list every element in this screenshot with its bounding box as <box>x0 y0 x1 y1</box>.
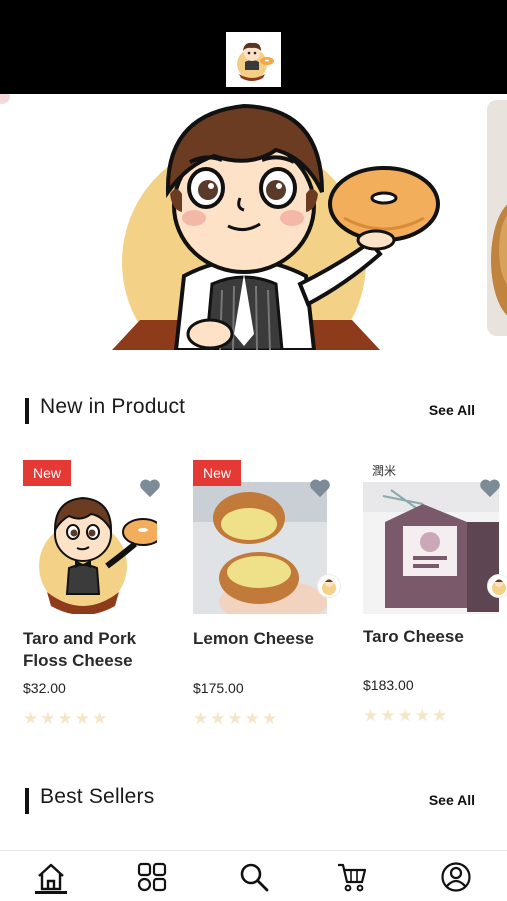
next-banner-image <box>487 100 507 336</box>
see-all-best-sellers-link[interactable]: See All <box>429 792 475 808</box>
active-tab-indicator <box>35 891 67 894</box>
star-icon: ★ <box>92 709 108 728</box>
home-icon <box>38 863 64 891</box>
star-icon: ★ <box>210 709 226 728</box>
star-icon: ★ <box>397 706 413 725</box>
section-accent-bar <box>25 398 29 424</box>
star-icon: ★ <box>262 709 278 728</box>
nav-cart-button[interactable] <box>332 857 372 897</box>
mascot-product-image <box>23 482 157 614</box>
hero-banner[interactable] <box>0 94 507 350</box>
app-logo[interactable] <box>226 32 281 87</box>
new-badge: New <box>193 460 242 486</box>
star-icon: ★ <box>244 709 260 728</box>
star-icon: ★ <box>74 709 90 728</box>
product-image[interactable] <box>193 482 327 614</box>
brand-mini-logo-icon <box>487 574 507 598</box>
nav-profile-button[interactable] <box>436 857 476 897</box>
mascot-banner-image <box>112 103 440 350</box>
product-card[interactable]: 潤米 Taro Cheese $183.00 ★ ★ ★ ★ ★ <box>363 460 507 740</box>
product-title[interactable]: Taro Cheese <box>363 626 507 648</box>
star-icon: ★ <box>227 709 243 728</box>
new-badge: New <box>23 460 72 486</box>
star-icon: ★ <box>193 709 209 728</box>
star-icon: ★ <box>414 706 430 725</box>
next-banner-preview[interactable] <box>487 100 507 336</box>
cart-icon <box>338 863 367 892</box>
nav-search-button[interactable] <box>234 857 274 897</box>
product-image[interactable] <box>363 482 499 614</box>
product-price: $183.00 <box>363 677 414 693</box>
star-icon: ★ <box>432 706 448 725</box>
product-card[interactable]: New Lemon Cheese $175.00 ★ ★ ★ ★ ★ <box>193 460 353 740</box>
wishlist-heart-icon[interactable] <box>479 478 501 498</box>
star-icon: ★ <box>57 709 73 728</box>
product-price: $175.00 <box>193 680 244 696</box>
star-icon: ★ <box>380 706 396 725</box>
see-all-new-products-link[interactable]: See All <box>429 402 475 418</box>
wishlist-heart-icon[interactable] <box>139 478 161 498</box>
brand-mini-logo-icon <box>317 574 341 598</box>
section-title: Best Sellers <box>40 785 155 808</box>
product-image[interactable] <box>23 482 157 614</box>
product-title[interactable]: Taro and Pork Floss Cheese <box>23 628 173 672</box>
new-in-product-header: New in Product See All <box>0 392 507 432</box>
product-rating: ★ ★ ★ ★ ★ <box>193 710 277 727</box>
taro-cheese-photo <box>363 482 499 614</box>
product-rating: ★ ★ ★ ★ ★ <box>363 707 447 724</box>
product-card[interactable]: New Taro and Pork Floss Cheese $32.00 ★ … <box>23 460 183 740</box>
best-sellers-header: Best Sellers See All <box>0 782 507 822</box>
lemon-cheese-photo <box>193 482 327 614</box>
top-bar <box>0 0 507 94</box>
search-icon <box>240 863 269 892</box>
categories-icon <box>137 862 167 892</box>
star-icon: ★ <box>23 709 39 728</box>
nav-categories-button[interactable] <box>132 857 172 897</box>
profile-icon <box>441 862 471 892</box>
product-title[interactable]: Lemon Cheese <box>193 628 343 650</box>
bottom-navigation <box>0 850 507 901</box>
section-accent-bar <box>25 788 29 814</box>
section-title: New in Product <box>40 395 186 418</box>
star-icon: ★ <box>363 706 379 725</box>
wishlist-heart-icon[interactable] <box>309 478 331 498</box>
food-hunter-logo-icon <box>236 42 274 81</box>
star-icon: ★ <box>40 709 56 728</box>
product-image-caption: 潤米 <box>372 464 397 478</box>
product-rating: ★ ★ ★ ★ ★ <box>23 710 107 727</box>
product-price: $32.00 <box>23 680 66 696</box>
